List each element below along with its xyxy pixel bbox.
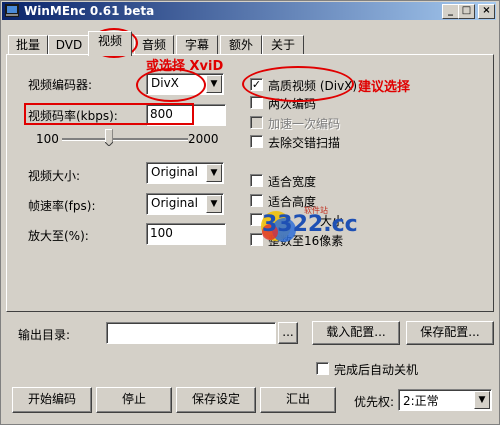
- title-bar[interactable]: WinMEnc 0.61 beta _ □ ×: [2, 2, 496, 20]
- fps-value: Original: [151, 196, 198, 210]
- watermark-sub: 软件站: [304, 206, 328, 215]
- bitrate-slider-thumb[interactable]: [104, 129, 113, 146]
- zoom-label: 放大至(%):: [28, 229, 89, 243]
- export-button[interactable]: 汇出: [260, 387, 336, 413]
- one-pass-speed-checkbox[interactable]: [250, 116, 263, 129]
- codec-label: 视频编码器:: [28, 78, 93, 92]
- tab-audio[interactable]: 音频: [134, 35, 174, 55]
- priority-value: 2:正常: [403, 394, 439, 408]
- recommend-hint: 建议选择: [358, 80, 411, 95]
- one-pass-speed-label: 加速一次编码: [268, 117, 341, 131]
- priority-label: 优先权:: [354, 395, 395, 409]
- save-config-button[interactable]: 保存配置...: [406, 321, 494, 345]
- tab-batch[interactable]: 批量: [8, 35, 48, 55]
- bitrate-highlight-box: [24, 103, 194, 125]
- bitrate-slider-track[interactable]: [62, 138, 188, 141]
- zoom-input[interactable]: 100: [146, 223, 226, 245]
- codec-highlight-circle: [136, 68, 206, 102]
- chevron-down-icon[interactable]: ▼: [206, 195, 222, 213]
- save-settings-button[interactable]: 保存设定: [176, 387, 256, 413]
- quality-highlight-circle: [242, 66, 354, 102]
- chevron-down-icon[interactable]: ▼: [206, 164, 222, 182]
- slider-max-label: 2000: [188, 132, 219, 146]
- output-dir-input[interactable]: [106, 322, 276, 344]
- tab-video[interactable]: 视频: [88, 31, 132, 56]
- size-value: Original: [151, 165, 198, 179]
- stop-button[interactable]: 停止: [96, 387, 172, 413]
- load-config-button[interactable]: 载入配置...: [312, 321, 400, 345]
- slider-min-label: 100: [36, 132, 59, 146]
- maximize-button[interactable]: □: [458, 4, 475, 19]
- output-dir-label: 输出目录:: [18, 328, 71, 342]
- close-button[interactable]: ×: [478, 4, 495, 19]
- two-pass-checkbox[interactable]: [250, 96, 263, 109]
- fit-width-label: 适合宽度: [268, 175, 317, 189]
- start-encode-button[interactable]: 开始编码: [12, 387, 92, 413]
- app-icon: [5, 4, 19, 17]
- window-title: WinMEnc 0.61 beta: [24, 4, 155, 18]
- fps-label: 帧速率(fps):: [28, 199, 96, 213]
- auto-shutdown-label: 完成后自动关机: [334, 363, 419, 377]
- chevron-down-icon[interactable]: ▼: [474, 391, 490, 409]
- auto-shutdown-checkbox[interactable]: [316, 362, 329, 375]
- size-select[interactable]: Original ▼: [146, 162, 224, 184]
- watermark-logo: 3322.cc 软件站: [258, 204, 358, 248]
- tab-dvd[interactable]: DVD: [48, 35, 90, 55]
- deinterlace-checkbox[interactable]: [250, 135, 263, 148]
- priority-select[interactable]: 2:正常 ▼: [398, 389, 492, 411]
- tab-about[interactable]: 关于: [262, 35, 304, 55]
- fit-width-checkbox[interactable]: [250, 174, 263, 187]
- fps-select[interactable]: Original ▼: [146, 193, 224, 215]
- minimize-button[interactable]: _: [442, 4, 459, 19]
- size-label: 视频大小:: [28, 169, 81, 183]
- chevron-down-icon[interactable]: ▼: [206, 75, 222, 93]
- browse-button[interactable]: ...: [278, 322, 298, 344]
- deinterlace-label: 去除交错扫描: [268, 136, 341, 150]
- tab-subtitle[interactable]: 字幕: [176, 35, 218, 55]
- tab-extra[interactable]: 额外: [220, 35, 262, 55]
